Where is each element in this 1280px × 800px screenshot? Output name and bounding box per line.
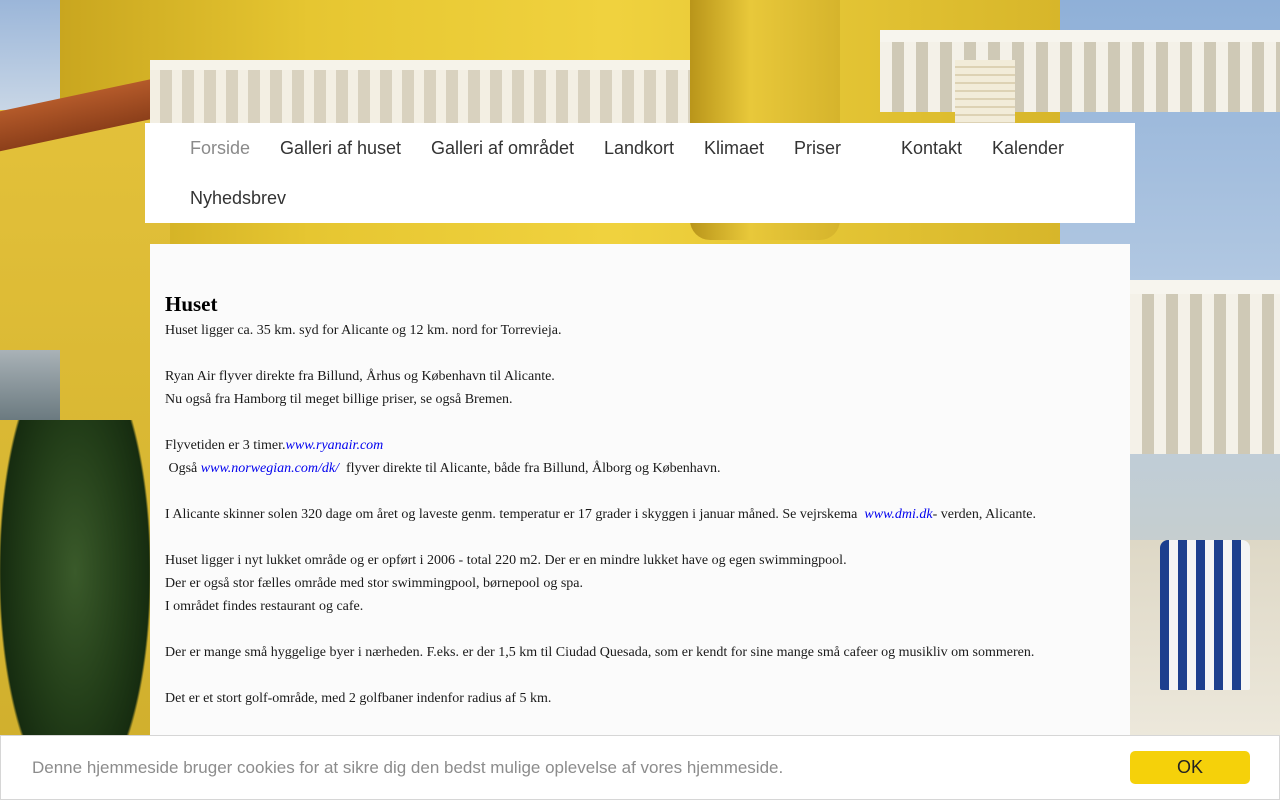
cookie-banner: Denne hjemmeside bruger cookies for at s… (0, 735, 1280, 800)
nav-kalender[interactable]: Kalender (992, 137, 1064, 159)
paragraph-norwegian: Også www.norwegian.com/dk/ flyver direkt… (165, 457, 1125, 480)
paragraph-climate: I Alicante skinner solen 320 dage om åre… (165, 503, 1125, 526)
norwegian-post: flyver direkte til Alicante, både fra Bi… (338, 461, 721, 476)
balcony-railing (150, 60, 710, 130)
paragraph-hamborg: Nu også fra Hamborg til meget billige pr… (165, 392, 513, 407)
nav-klimaet[interactable]: Klimaet (704, 137, 764, 159)
page-title: Huset (165, 292, 218, 316)
ryanair-link[interactable]: www.ryanair.com (286, 438, 384, 453)
paragraph-ryanair: Ryan Air flyver direkte fra Billund, Årh… (165, 369, 555, 384)
nav-forside[interactable]: Forside (190, 137, 250, 159)
terrace-railing (1130, 280, 1280, 454)
flighttime-text: Flyvetiden er 3 timer. (165, 438, 286, 453)
paragraph-restaurant: I området findes restaurant og cafe. (165, 599, 364, 614)
nav-landkort[interactable]: Landkort (604, 137, 674, 159)
cookie-message: Denne hjemmeside bruger cookies for at s… (32, 758, 784, 777)
paragraph-towns: Der er mange små hyggelige byer i nærhed… (165, 645, 1035, 660)
paragraph-flighttime: Flyvetiden er 3 timer.www.ryanair.com (165, 434, 1125, 457)
main-navigation: Forside Galleri af huset Galleri af områ… (145, 123, 1135, 223)
article: Huset Huset ligger ca. 35 km. syd for Al… (165, 291, 1125, 710)
paragraph-house: Huset ligger i nyt lukket område og er o… (165, 553, 847, 568)
dmi-link[interactable]: www.dmi.dk (864, 507, 932, 522)
nav-priser[interactable]: Priser (794, 137, 841, 159)
climate-post: - verden, Alicante. (932, 507, 1036, 522)
climate-pre: I Alicante skinner solen 320 dage om åre… (165, 507, 865, 522)
pool-fence (0, 350, 60, 420)
norwegian-link[interactable]: www.norwegian.com/dk/ (201, 461, 339, 476)
main-content: Huset Huset ligger ca. 35 km. syd for Al… (150, 244, 1130, 800)
brick-column (955, 60, 1015, 130)
nav-galleri-omraadet[interactable]: Galleri af området (431, 137, 574, 159)
deck-chair (1160, 540, 1250, 690)
nav-galleri-huset[interactable]: Galleri af huset (280, 137, 401, 159)
paragraph-location: Huset ligger ca. 35 km. syd for Alicante… (165, 323, 562, 338)
terrace-railing-top (880, 30, 1280, 112)
nav-nyhedsbrev[interactable]: Nyhedsbrev (190, 187, 286, 209)
nav-kontakt[interactable]: Kontakt (901, 137, 962, 159)
paragraph-golf: Det er et stort golf-område, med 2 golfb… (165, 691, 552, 706)
cookie-ok-button[interactable]: OK (1130, 751, 1250, 784)
norwegian-pre: Også (165, 461, 201, 476)
paragraph-common-area: Der er også stor fælles område med stor … (165, 576, 583, 591)
